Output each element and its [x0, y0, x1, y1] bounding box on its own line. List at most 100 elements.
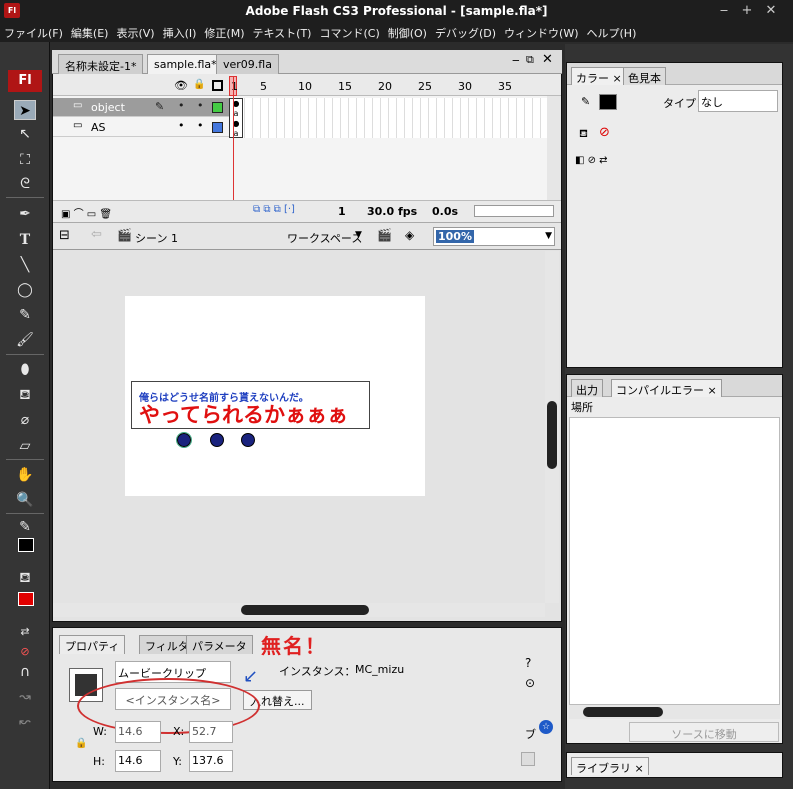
snap-magnet-icon[interactable]: ∩ — [14, 662, 36, 682]
stage-vscroll[interactable] — [545, 251, 559, 603]
menu-window[interactable]: ウィンドウ(W) — [500, 22, 582, 41]
stroke-color-swatch[interactable] — [18, 538, 34, 552]
layer-row-as[interactable]: ▭ AS • • — [53, 118, 229, 137]
menu-insert[interactable]: 挿入(I) — [159, 22, 201, 41]
fill-bucket-icon[interactable]: ⛾ — [579, 127, 588, 142]
eyedropper-tool-icon[interactable]: ⌀ — [14, 410, 36, 430]
unlocked-dot[interactable]: • — [197, 119, 204, 132]
doc-tab-sample[interactable]: sample.fla* — [147, 54, 224, 74]
menu-debug[interactable]: デバッグ(D) — [431, 22, 500, 41]
menu-text[interactable]: テキスト(T) — [248, 22, 315, 41]
oval-tool-icon[interactable]: ◯ — [14, 280, 36, 300]
color-swap-icons[interactable]: ◧ ⊘ ⇄ — [575, 155, 608, 166]
unlocked-dot[interactable]: • — [197, 99, 204, 112]
brush-tool-icon[interactable]: 🖌 — [14, 330, 36, 350]
free-transform-tool-icon[interactable]: ⛶ — [14, 150, 36, 170]
doc-restore-icon[interactable]: ⧉ — [526, 53, 534, 67]
error-list[interactable] — [569, 417, 780, 705]
width-field[interactable]: 14.6 — [115, 721, 161, 743]
height-field[interactable]: 14.6 — [115, 750, 161, 772]
menu-view[interactable]: 表示(V) — [112, 22, 158, 41]
type-dropdown[interactable]: なし — [698, 90, 778, 112]
doc-close-icon[interactable]: ✕ — [542, 52, 553, 67]
eye-icon[interactable]: 👁 — [174, 79, 188, 92]
panel-expand-icon[interactable] — [521, 752, 535, 766]
eraser-tool-icon[interactable]: ▱ — [14, 436, 36, 456]
ink-bottle-tool-icon[interactable]: ⬮ — [14, 360, 36, 380]
goto-source-button[interactable]: ソースに移動 — [629, 722, 779, 742]
edit-symbol-icon[interactable]: ◈ — [405, 228, 414, 242]
paint-bucket-tool-icon[interactable]: ⛾ — [14, 385, 36, 405]
x-field[interactable]: 52.7 — [189, 721, 233, 743]
edit-scene-icon[interactable]: 🎬 — [377, 228, 392, 242]
error-hscroll[interactable] — [569, 705, 780, 719]
edit-class-icon[interactable]: ⊙ — [525, 676, 535, 690]
layer-outline-color[interactable] — [212, 102, 223, 113]
lock-ratio-icon[interactable]: 🔒 — [75, 738, 87, 749]
straighten-icon[interactable]: ↜ — [14, 712, 36, 732]
doc-tab-untitled[interactable]: 名称未設定-1* — [58, 54, 144, 74]
stroke-swatch[interactable] — [599, 94, 617, 110]
visible-dot[interactable]: • — [178, 99, 185, 112]
no-color-icon[interactable]: ⊘ — [14, 642, 36, 662]
lock-icon[interactable]: 🔒 — [193, 79, 205, 90]
line-tool-icon[interactable]: ╲ — [14, 255, 36, 275]
fill-color-swatch[interactable] — [18, 592, 34, 606]
doc-tab-ver09[interactable]: ver09.fla — [216, 54, 279, 74]
tab-parameters[interactable]: パラメータ — [186, 635, 253, 654]
mizu-instance[interactable] — [241, 433, 255, 447]
menu-file[interactable]: ファイル(F) — [0, 22, 67, 41]
outline-icon[interactable] — [212, 80, 223, 91]
zoom-field[interactable]: 100% ▼ — [433, 227, 555, 246]
menu-modify[interactable]: 修正(M) — [200, 22, 248, 41]
hscroll-thumb[interactable] — [241, 605, 369, 615]
stage-hscroll[interactable] — [53, 603, 545, 617]
timeline-toggle-icon[interactable]: ⊟ — [59, 228, 70, 243]
zoom-tool-icon[interactable]: 🔍 — [14, 490, 36, 510]
swap-colors-icon[interactable]: ⇄ — [14, 622, 36, 642]
timeline-hscroll[interactable] — [474, 205, 554, 217]
help-icon[interactable]: ? — [525, 656, 531, 670]
minimize-button[interactable]: ‒ — [715, 3, 733, 19]
pen-tool-icon[interactable]: ✒ — [14, 204, 36, 224]
mizu-instance-selected[interactable] — [176, 432, 192, 448]
layer-outline-color[interactable] — [212, 122, 223, 133]
tab-color[interactable]: カラー × — [571, 67, 627, 85]
timeline-vscroll[interactable] — [547, 96, 561, 200]
pencil-tool-icon[interactable]: ✎ — [14, 305, 36, 325]
menu-commands[interactable]: コマンド(C) — [315, 22, 383, 41]
chevron-down-icon[interactable]: ▼ — [545, 231, 552, 241]
subselection-tool-icon[interactable]: ↖ — [14, 124, 36, 144]
no-fill-icon[interactable]: ⊘ — [599, 125, 610, 140]
hand-tool-icon[interactable]: ✋ — [14, 465, 36, 485]
stage-textfield[interactable]: 俺らはどうせ名前すら貰えないんだ。 やってられるかぁぁぁ — [131, 381, 370, 429]
vscroll-thumb[interactable] — [547, 401, 557, 469]
workspace-dropdown[interactable]: ワークスペース — [287, 230, 362, 246]
accessibility-icon[interactable]: ☆ — [539, 720, 553, 734]
layer-row-object[interactable]: ▭ object ✎ • • — [53, 98, 229, 117]
error-hscroll-thumb[interactable] — [583, 707, 663, 717]
frame-grid[interactable] — [229, 98, 547, 138]
tab-library[interactable]: ライブラリ × — [571, 757, 649, 775]
tab-output[interactable]: 出力 — [571, 379, 603, 397]
maximize-button[interactable]: + — [738, 3, 756, 19]
keyframes[interactable]: ● a ● a — [229, 98, 243, 138]
tab-swatches[interactable]: 色見本 — [623, 67, 666, 85]
y-field[interactable]: 137.6 — [189, 750, 233, 772]
tab-compile-errors[interactable]: コンパイルエラー × — [611, 379, 722, 397]
mizu-instance[interactable] — [210, 433, 224, 447]
doc-minimize-icon[interactable]: ‒ — [512, 53, 520, 67]
lasso-tool-icon[interactable]: ᘓ — [14, 174, 36, 194]
tab-properties[interactable]: プロパティ — [59, 635, 126, 654]
close-window-button[interactable]: ✕ — [762, 3, 780, 19]
onion-skin-icons[interactable]: ⧉ ⧉ ⧉ [·] — [253, 204, 295, 215]
text-tool-icon[interactable]: T — [14, 230, 36, 250]
smooth-icon[interactable]: ↝ — [14, 687, 36, 707]
selection-tool-icon[interactable]: ➤ — [14, 100, 36, 120]
add-layer-icon[interactable]: ▣ ⌒ ▭ 🗑 — [61, 205, 112, 220]
menu-control[interactable]: 制御(O) — [384, 22, 431, 41]
back-arrow-icon[interactable]: ⇦ — [91, 227, 102, 242]
menu-help[interactable]: ヘルプ(H) — [583, 22, 641, 41]
visible-dot[interactable]: • — [178, 119, 185, 132]
menu-edit[interactable]: 編集(E) — [67, 22, 113, 41]
